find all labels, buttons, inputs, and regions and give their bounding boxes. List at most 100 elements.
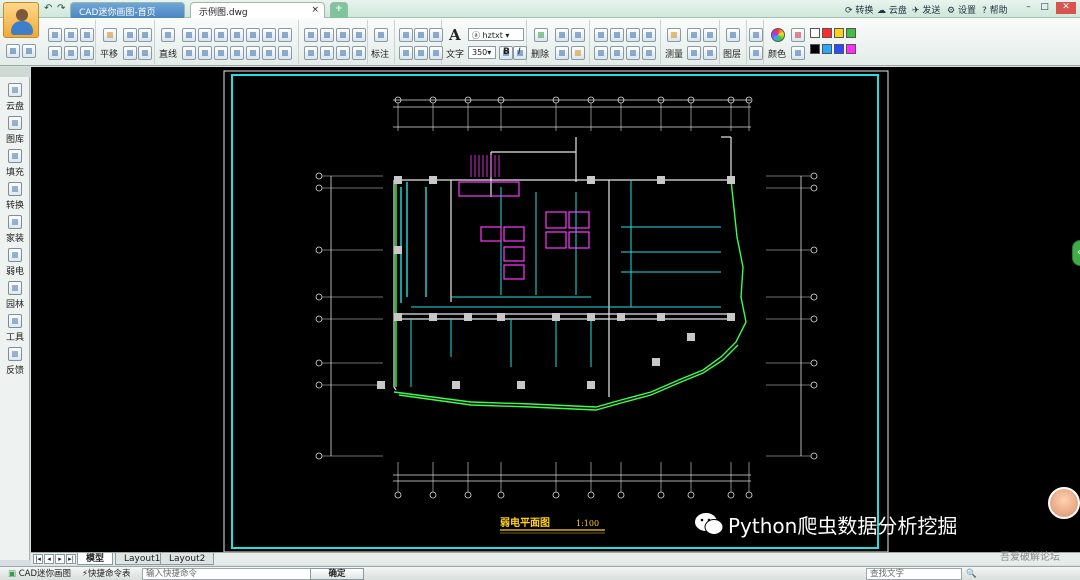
linetype-icon[interactable] (791, 46, 805, 60)
color-swatch[interactable] (834, 44, 844, 54)
diameter-dimension-icon[interactable] (414, 46, 428, 60)
menu-convert[interactable]: ⟳ 转换 (845, 3, 873, 16)
ok-button[interactable]: 确定 (310, 568, 364, 580)
shortcut-list-button[interactable]: ⚡快捷命令表 (82, 568, 130, 580)
array-icon[interactable] (626, 46, 640, 60)
command-input[interactable]: 输入快捷命令 (142, 568, 320, 580)
baseline-dimension-icon[interactable] (429, 28, 443, 42)
polygon-icon[interactable] (214, 46, 228, 60)
sidebar-item-5[interactable]: 家装 (2, 214, 28, 246)
measure-button[interactable]: 测量 (665, 47, 683, 60)
layer-icon[interactable] (726, 28, 740, 42)
block-icon[interactable] (304, 46, 318, 60)
drawing-canvas[interactable]: 弱电平面图 1:100 (31, 67, 1080, 552)
open-icon[interactable] (48, 28, 62, 42)
font-name-select[interactable]: ⓐ hztxt ▾ (468, 28, 524, 41)
stretch-icon[interactable] (594, 46, 608, 60)
radius-dimension-icon[interactable] (399, 46, 413, 60)
line-icon[interactable] (161, 28, 175, 42)
search-icon[interactable]: 🔍 (966, 568, 977, 580)
spline-icon[interactable] (246, 28, 260, 42)
menu-settings[interactable]: ⚙ 设置 (947, 3, 976, 16)
color-picker-icon[interactable] (791, 28, 805, 42)
area-icon[interactable] (687, 28, 701, 42)
color-swatch[interactable] (822, 28, 832, 38)
app-logo-icon[interactable] (3, 2, 39, 38)
text-button[interactable]: 文字 (446, 47, 464, 60)
new-tab-button[interactable]: + (330, 2, 348, 18)
line-button[interactable]: 直线 (159, 47, 177, 60)
point-icon[interactable] (262, 46, 276, 60)
paste-icon[interactable] (571, 28, 585, 42)
color-wheel-icon[interactable] (771, 28, 785, 42)
layer-list-icon[interactable] (749, 28, 763, 42)
last-tab-arrow[interactable]: ▸| (66, 554, 76, 564)
layer-state-icon[interactable] (749, 46, 763, 60)
sidebar-item-8[interactable]: 工具 (2, 313, 28, 345)
minimize-button[interactable]: – (1022, 2, 1035, 14)
undo-icon[interactable]: ↶ (44, 3, 52, 14)
rectangle-icon[interactable] (214, 28, 228, 42)
fillet-icon[interactable] (336, 28, 350, 42)
print-icon[interactable] (80, 28, 94, 42)
distance-icon[interactable] (703, 46, 717, 60)
zoom-in-icon[interactable] (123, 28, 137, 42)
arc-icon[interactable] (198, 28, 212, 42)
close-window-button[interactable]: ✕ (1056, 2, 1076, 14)
square-icon[interactable] (262, 28, 276, 42)
text-icon[interactable]: A (449, 26, 461, 44)
user-avatar[interactable] (1048, 487, 1080, 519)
chamfer-icon[interactable] (352, 28, 366, 42)
color-swatch[interactable] (810, 28, 820, 38)
extend-icon[interactable] (320, 28, 334, 42)
pan-button[interactable]: 平移 (100, 47, 118, 60)
clipboard-icon[interactable] (555, 46, 569, 60)
triangle-icon[interactable] (182, 46, 196, 60)
search-text-input[interactable]: 查找文字 (866, 568, 962, 580)
print-preview-icon[interactable] (48, 46, 62, 60)
ray-icon[interactable] (278, 46, 292, 60)
save-icon[interactable] (64, 28, 78, 42)
tab-home[interactable]: CAD迷你画图-首页 (70, 2, 185, 18)
menu-help[interactable]: ? 帮助 (982, 3, 1008, 16)
tab-document[interactable]: 示例图.dwg × (190, 2, 325, 18)
layer-button[interactable]: 图层 (723, 47, 741, 60)
aligned-dimension-icon[interactable] (399, 28, 413, 42)
explode-icon[interactable] (642, 46, 656, 60)
color-swatch[interactable] (834, 28, 844, 38)
expand-panel-button[interactable]: ‹ (1072, 240, 1080, 266)
menu-cloud[interactable]: ☁ 云盘 (877, 3, 907, 16)
zoom-window-icon[interactable] (123, 46, 137, 60)
pentagon-icon[interactable] (198, 46, 212, 60)
image-icon[interactable] (336, 46, 350, 60)
scale-icon[interactable] (610, 28, 624, 42)
ruler-icon[interactable] (667, 28, 681, 42)
tab-layout2[interactable]: Layout2 (160, 553, 215, 565)
layout-icon[interactable] (22, 44, 36, 58)
sidebar-item-9[interactable]: 反馈 (2, 346, 28, 378)
leader-icon[interactable] (429, 46, 443, 60)
delete-button[interactable]: 删除 (531, 47, 549, 60)
plot-icon[interactable] (80, 46, 94, 60)
dimension-button[interactable]: 标注 (371, 47, 389, 60)
color-swatch[interactable] (822, 44, 832, 54)
eraser-icon[interactable] (534, 28, 548, 42)
zoom-extents-icon[interactable] (138, 46, 152, 60)
parallelogram-icon[interactable] (230, 46, 244, 60)
sidebar-item-2[interactable]: 图库 (2, 115, 28, 147)
offset-icon[interactable] (642, 28, 656, 42)
match-properties-icon[interactable] (571, 46, 585, 60)
next-tab-arrow[interactable]: ▸ (55, 554, 65, 564)
color-swatch[interactable] (846, 44, 856, 54)
rotate-icon[interactable] (626, 28, 640, 42)
first-tab-arrow[interactable]: |◂ (33, 554, 43, 564)
redo-icon[interactable]: ↷ (57, 3, 65, 14)
circle-icon[interactable] (230, 28, 244, 42)
export-icon[interactable] (64, 46, 78, 60)
color-swatch[interactable] (810, 44, 820, 54)
pan-icon[interactable] (103, 28, 117, 42)
angular-dimension-icon[interactable] (414, 28, 428, 42)
ellipse-icon[interactable] (278, 28, 292, 42)
sidebar-item-7[interactable]: 园林 (2, 280, 28, 312)
close-tab-icon[interactable]: × (311, 5, 319, 15)
